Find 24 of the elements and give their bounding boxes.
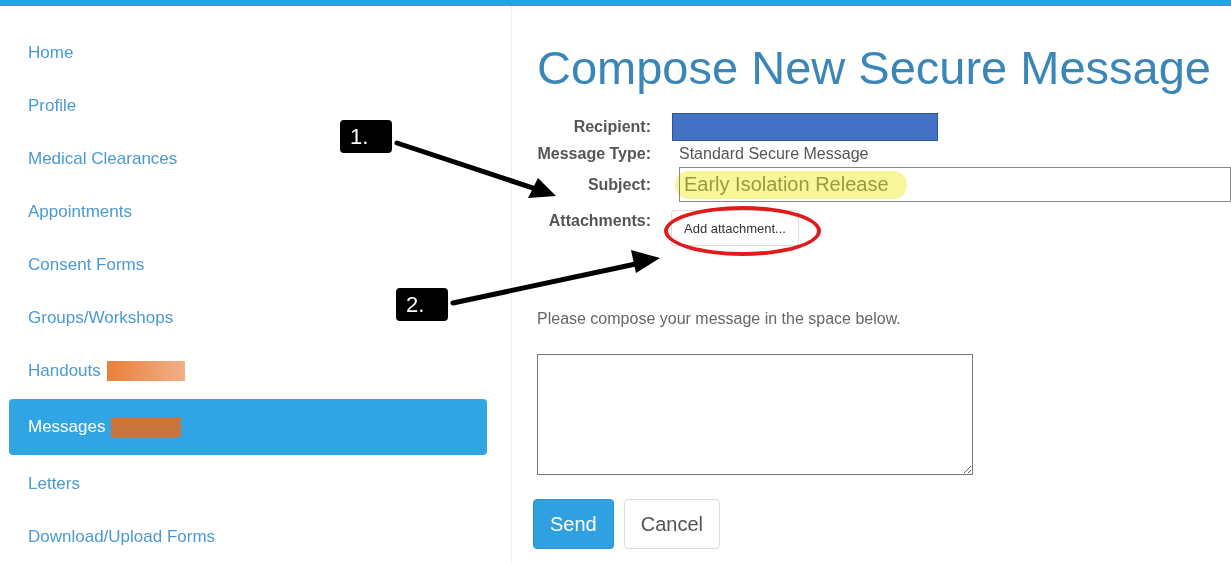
sidebar-item[interactable]: Letters (9, 457, 90, 510)
subject-field[interactable]: Early Isolation Release (679, 167, 1231, 202)
cancel-button[interactable]: Cancel (623, 499, 720, 549)
sidebar-item[interactable]: Home (9, 26, 84, 79)
callout-label: 1. (340, 120, 392, 153)
instruction-text: Please compose your message in the space below. (537, 310, 902, 328)
callout-label: 2. (396, 288, 448, 321)
sidebar-item[interactable]: Consent Forms (9, 238, 155, 291)
send-button[interactable]: Send (533, 499, 614, 549)
sidebar-item[interactable]: Groups/Workshops (9, 291, 184, 344)
field-label: Subject: (586, 175, 651, 194)
sidebar-item[interactable]: Profile (9, 79, 87, 132)
sidebar-item[interactable]: Download/Upload Forms (9, 510, 226, 563)
message-field[interactable] (537, 354, 973, 475)
page-title: Compose New Secure Message (537, 40, 1212, 95)
sidebar-item[interactable]: Appointments (9, 185, 142, 238)
add-attachment-button[interactable]: Add attachment... (671, 210, 799, 246)
sidebar-item[interactable]: Medical Clearances (9, 132, 188, 185)
field-label: Message Type: (536, 145, 651, 163)
field-label: Attachments: (547, 212, 651, 230)
sidebar-item[interactable]: Handouts (9, 344, 195, 397)
field-value: Standard Secure Message (679, 145, 869, 162)
field-label: Recipient: (572, 118, 651, 136)
sidebar-item[interactable]: Messages (9, 399, 487, 455)
